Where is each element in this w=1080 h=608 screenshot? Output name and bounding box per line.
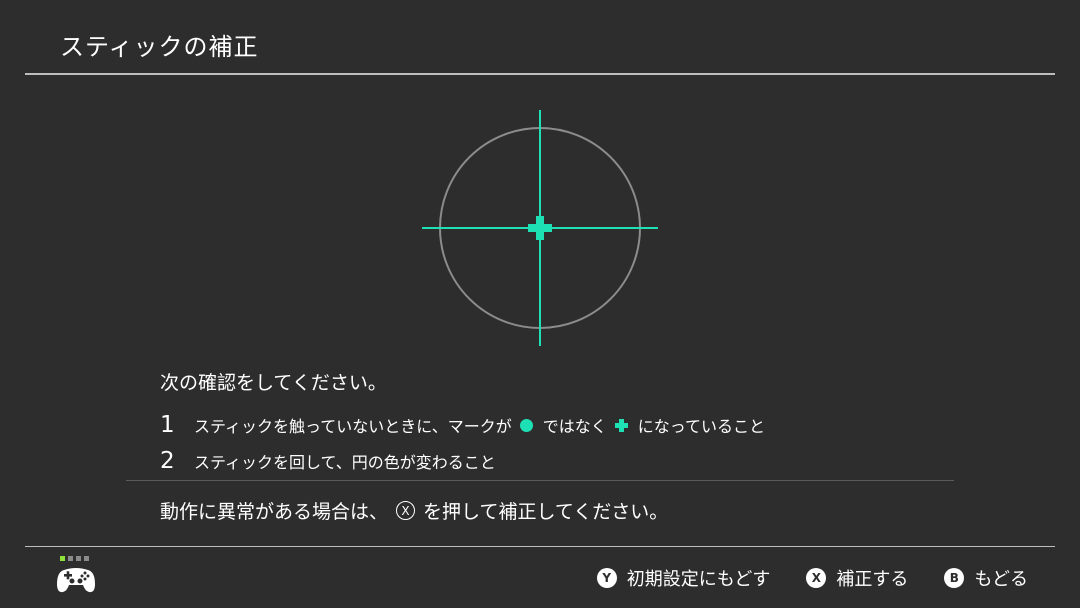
reset-default-label: 初期設定にもどす	[626, 569, 771, 590]
y-button-icon: Y	[596, 568, 617, 588]
footer-button-bar: Y 初期設定にもどす X 補正する B もどる	[561, 565, 1028, 591]
player-indicator	[60, 556, 89, 561]
footer-divider	[25, 546, 1055, 547]
stick-calibration-display	[422, 110, 658, 346]
step-text: スティックを触っていないときに、マークが ではなく になっていること	[194, 413, 765, 437]
back-button[interactable]: B もどる	[944, 565, 1028, 591]
b-button-icon: B	[944, 568, 965, 588]
x-button-icon: X	[806, 568, 827, 588]
back-label: もどる	[974, 569, 1028, 590]
player-light-3	[76, 556, 81, 561]
reset-default-button[interactable]: Y 初期設定にもどす	[596, 565, 771, 591]
instructions-heading: 次の確認をしてください。	[160, 372, 387, 394]
step-text: スティックを回して、円の色が変わること	[194, 453, 496, 472]
step-text-middle: ではなく	[542, 417, 607, 436]
stick-position-plus-icon	[528, 216, 552, 240]
note-text-before: 動作に異常がある場合は、	[160, 501, 389, 523]
instruction-step-1: 1 スティックを触っていないときに、マークが ではなく になっていること	[160, 407, 960, 443]
plus-icon	[614, 418, 628, 432]
step-text-after: になっていること	[637, 417, 765, 436]
player-light-4	[84, 556, 89, 561]
instructions: 次の確認をしてください。 1 スティックを触っていないときに、マークが ではなく…	[160, 368, 960, 479]
note-text-after: を押して補正してください。	[423, 501, 669, 523]
step-text-before: スティックを触っていないときに、マークが	[194, 417, 512, 436]
dot-icon	[519, 418, 533, 432]
player-light-1	[60, 556, 65, 561]
pro-controller-icon	[57, 568, 95, 593]
x-button-icon: X	[396, 501, 416, 520]
calibrate-label: 補正する	[836, 569, 909, 590]
player-light-2	[68, 556, 73, 561]
instruction-step-2: 2 スティックを回して、円の色が変わること	[160, 443, 960, 479]
step-number: 1	[160, 412, 175, 438]
instructions-divider	[126, 480, 954, 481]
step-number: 2	[160, 448, 175, 474]
header-divider	[25, 73, 1055, 75]
page-title: スティックの補正	[60, 33, 259, 61]
calibration-note: 動作に異常がある場合は、 X を押して補正してください。	[160, 497, 668, 524]
calibrate-button[interactable]: X 補正する	[806, 565, 908, 591]
